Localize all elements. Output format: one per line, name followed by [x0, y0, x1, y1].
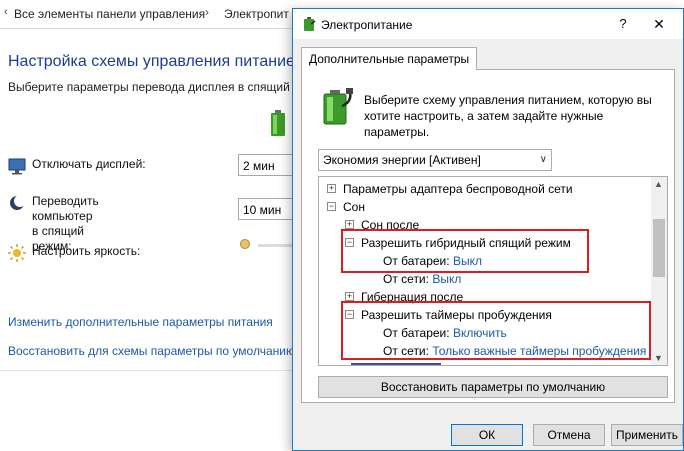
power-options-dialog: Электропитание ? ✕ Дополнительные параме…	[292, 8, 684, 451]
breadcrumb-separator-icon: ›	[205, 5, 209, 19]
breadcrumb-power[interactable]: Электропит	[224, 7, 289, 21]
scroll-down-icon[interactable]: ▼	[654, 353, 663, 363]
apply-button[interactable]: Применить	[611, 424, 683, 446]
chevron-down-icon: ∨	[539, 154, 547, 165]
address-bar[interactable]: ‹ Все элементы панели управления › Элект…	[0, 0, 300, 29]
dialog-description: Выберите схему управления питанием, кото…	[364, 93, 652, 139]
chevron-left-icon[interactable]: ‹	[4, 6, 8, 18]
advanced-settings-panel: Выберите схему управления питанием, кото…	[301, 69, 675, 403]
breadcrumb-all-items[interactable]: Все элементы панели управления	[14, 7, 205, 21]
dialog-title: Электропитание	[321, 18, 413, 32]
brightness-icon	[8, 244, 26, 262]
monitor-icon	[8, 158, 26, 175]
expand-icon[interactable]: +	[345, 292, 354, 301]
tree-scrollbar[interactable]: ▲ ▼	[651, 177, 667, 365]
scroll-thumb[interactable]	[653, 219, 665, 277]
divider	[0, 370, 292, 371]
change-advanced-settings-link[interactable]: Изменить дополнительные параметры питани…	[8, 315, 273, 329]
page-title: Настройка схемы управления питанием	[8, 53, 306, 70]
battery-icon	[271, 110, 285, 136]
tab-advanced-settings[interactable]: Дополнительные параметры	[301, 47, 478, 70]
restore-defaults-link[interactable]: Восстановить для схемы параметры по умол…	[8, 344, 295, 358]
dialog-titlebar[interactable]: Электропитание ? ✕	[293, 9, 683, 39]
sleep-moon-icon	[10, 195, 26, 210]
page-subtitle: Выберите параметры перевода дисплея в сп…	[8, 80, 300, 94]
brightness-label: Настроить яркость:	[32, 244, 141, 258]
close-button[interactable]: ✕	[645, 13, 673, 35]
restore-defaults-button[interactable]: Восстановить параметры по умолчанию	[318, 376, 668, 398]
expand-icon[interactable]: +	[345, 220, 354, 229]
ok-button[interactable]: ОК	[451, 424, 523, 446]
power-scheme-select[interactable]: Экономия энергии [Активен] ∨	[318, 149, 552, 171]
highlight-hybrid-sleep	[341, 229, 589, 273]
expand-icon[interactable]: +	[327, 184, 336, 193]
power-options-icon	[304, 17, 316, 31]
power-scheme-value: Экономия энергии [Активен]	[323, 153, 481, 167]
help-button[interactable]: ?	[611, 15, 635, 33]
highlight-wake-timers	[341, 301, 651, 360]
display-off-label: Отключать дисплей:	[32, 157, 146, 171]
power-options-icon	[323, 88, 353, 125]
brightness-slider-handle[interactable]	[240, 239, 250, 249]
cancel-button[interactable]: Отмена	[533, 424, 605, 446]
display-off-select[interactable]: 2 мин	[238, 154, 294, 176]
sleep-select[interactable]: 10 мин	[238, 198, 294, 220]
scroll-up-icon[interactable]: ▲	[654, 179, 663, 189]
hybrid-plugged-in-value[interactable]: Выкл	[432, 272, 461, 286]
settings-tree[interactable]: + Параметры адаптера беспроводной сети −…	[318, 176, 668, 366]
collapse-icon[interactable]: −	[327, 202, 336, 211]
tree-item-partial	[351, 363, 441, 365]
